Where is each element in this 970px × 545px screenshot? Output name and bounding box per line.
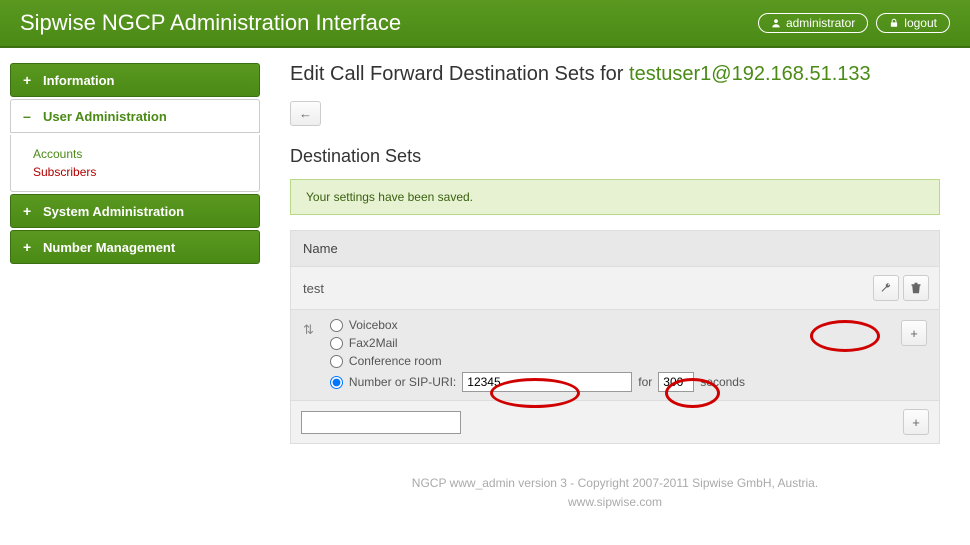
header-bar: Sipwise NGCP Administration Interface ad… xyxy=(0,0,970,48)
destination-row: ⇅ Voicebox Fax2Mail Conference room xyxy=(291,310,939,401)
sidebar-submenu: Accounts Subscribers xyxy=(10,135,260,192)
seconds-label: seconds xyxy=(700,375,745,389)
sidebar-item-label: System Administration xyxy=(43,204,184,219)
sidebar-subitem-subscribers[interactable]: Subscribers xyxy=(33,163,237,181)
page-title: Edit Call Forward Destination Sets for t… xyxy=(290,63,940,86)
page-footer: NGCP www_admin version 3 - Copyright 200… xyxy=(290,474,940,512)
user-icon xyxy=(771,18,781,28)
arrow-left-icon: ← xyxy=(299,106,312,121)
sip-uri-input[interactable] xyxy=(462,372,632,392)
radio-fax2mail-label: Fax2Mail xyxy=(349,336,398,350)
add-set-button[interactable]: + xyxy=(903,409,929,435)
back-button[interactable]: ← xyxy=(290,101,321,126)
sidebar-item-label: Number Management xyxy=(43,240,175,255)
radio-conference[interactable]: Conference room xyxy=(330,354,885,368)
table-header-name: Name xyxy=(291,231,939,267)
footer-link[interactable]: www.sipwise.com xyxy=(290,493,940,512)
radio-conference-label: Conference room xyxy=(349,354,442,368)
sidebar-item-information[interactable]: + Information xyxy=(10,63,260,97)
footer-copyright: NGCP www_admin version 3 - Copyright 200… xyxy=(290,474,940,493)
set-name: test xyxy=(303,281,324,296)
logout-button[interactable]: logout xyxy=(876,13,950,33)
set-row-actions xyxy=(873,275,929,301)
plus-icon: + xyxy=(912,415,920,430)
sidebar-subitem-accounts[interactable]: Accounts xyxy=(33,145,237,163)
destination-sets-table: Name test ⇅ Voicebox xyxy=(290,230,940,444)
radio-voicebox-input[interactable] xyxy=(330,319,343,332)
lock-icon xyxy=(889,18,899,28)
radio-fax2mail[interactable]: Fax2Mail xyxy=(330,336,885,350)
radio-sip-uri[interactable]: Number or SIP-URI: for seconds xyxy=(330,372,885,392)
destination-type-group: Voicebox Fax2Mail Conference room Number… xyxy=(330,318,885,392)
section-title: Destination Sets xyxy=(290,146,940,167)
duration-input[interactable] xyxy=(658,372,694,392)
wrench-icon xyxy=(880,282,892,294)
radio-fax2mail-input[interactable] xyxy=(330,337,343,350)
plus-icon: + xyxy=(910,326,918,341)
sidebar-item-label: Information xyxy=(43,73,115,88)
user-label: administrator xyxy=(786,16,855,30)
radio-sip-uri-label: Number or SIP-URI: xyxy=(349,375,456,389)
radio-sip-uri-input[interactable] xyxy=(330,376,343,389)
delete-set-button[interactable] xyxy=(903,275,929,301)
sidebar-item-label: User Administration xyxy=(43,109,167,124)
trash-icon xyxy=(910,282,922,294)
plus-icon: + xyxy=(23,203,33,219)
new-set-name-input[interactable] xyxy=(301,411,461,434)
plus-icon: + xyxy=(23,239,33,255)
plus-icon: + xyxy=(23,72,33,88)
header-buttons: administrator logout xyxy=(758,13,950,33)
flash-message: Your settings have been saved. xyxy=(290,179,940,215)
page-title-prefix: Edit Call Forward Destination Sets for xyxy=(290,63,629,85)
radio-voicebox-label: Voicebox xyxy=(349,318,398,332)
app-title: Sipwise NGCP Administration Interface xyxy=(20,10,401,36)
sidebar-item-number-management[interactable]: + Number Management xyxy=(10,230,260,264)
add-destination-button[interactable]: + xyxy=(901,320,927,346)
sidebar-item-user-administration[interactable]: – User Administration xyxy=(10,99,260,133)
radio-conference-input[interactable] xyxy=(330,355,343,368)
current-user-button[interactable]: administrator xyxy=(758,13,868,33)
subscriber-link[interactable]: testuser1@192.168.51.133 xyxy=(629,63,871,85)
minus-icon: – xyxy=(23,108,33,124)
edit-set-button[interactable] xyxy=(873,275,899,301)
sidebar-item-system-administration[interactable]: + System Administration xyxy=(10,194,260,228)
radio-voicebox[interactable]: Voicebox xyxy=(330,318,885,332)
new-set-row: + xyxy=(291,401,939,443)
main-content: Edit Call Forward Destination Sets for t… xyxy=(290,63,960,512)
set-row: test xyxy=(291,267,939,310)
sidebar: + Information – User Administration Acco… xyxy=(10,63,260,512)
drag-handle-icon[interactable]: ⇅ xyxy=(303,318,314,338)
logout-label: logout xyxy=(904,16,937,30)
for-label: for xyxy=(638,375,652,389)
